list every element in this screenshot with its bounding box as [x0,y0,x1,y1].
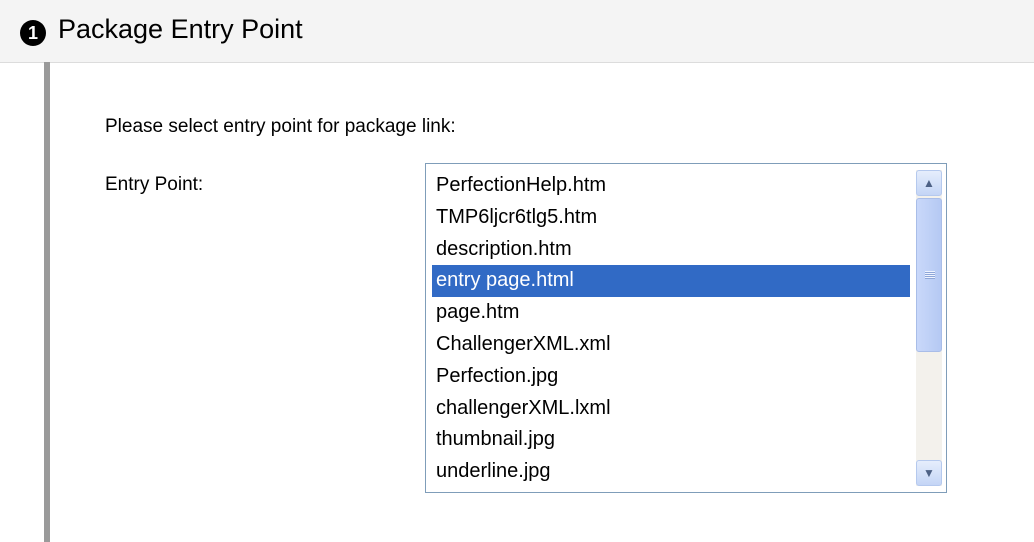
listbox-option[interactable]: page.htm [432,297,910,329]
listbox-option[interactable]: PerfectionHelp.htm [432,170,910,202]
entry-point-label: Entry Point: [105,174,204,195]
listbox-option[interactable]: description.htm [432,234,910,266]
listbox-option[interactable]: ChallengerXML.xml [432,329,910,361]
section-header: 1 Package Entry Point [0,0,1034,63]
listbox-option[interactable]: Perfection.jpg [432,361,910,393]
entry-point-prompt: Please select entry point for package li… [105,116,456,137]
scroll-down-arrow-icon: ▼ [923,466,935,480]
listbox-option[interactable]: underline.jpg [432,456,910,488]
listbox-scrollbar[interactable]: ▲ ▼ [916,170,942,486]
entry-point-options: PerfectionHelp.htm TMP6ljcr6tlg5.htm descr… [432,170,910,488]
scroll-up-arrow-icon: ▲ [923,176,935,190]
scrollbar-thumb[interactable] [916,198,942,352]
listbox-option[interactable]: TMP6ljcr6tlg5.htm [432,202,910,234]
listbox-option[interactable]: challengerXML.lxml [432,393,910,425]
section-divider-bar [44,62,50,542]
scroll-down-button[interactable]: ▼ [916,460,942,486]
step-number-badge: 1 [20,20,46,46]
listbox-option[interactable]: entry page.html [432,265,910,298]
listbox-option[interactable]: thumbnail.jpg [432,424,910,456]
scroll-up-button[interactable]: ▲ [916,170,942,196]
section-title: Package Entry Point [58,14,303,44]
thumb-grip-icon [925,271,935,279]
entry-point-listbox[interactable]: PerfectionHelp.htm TMP6ljcr6tlg5.htm descr… [425,163,947,493]
